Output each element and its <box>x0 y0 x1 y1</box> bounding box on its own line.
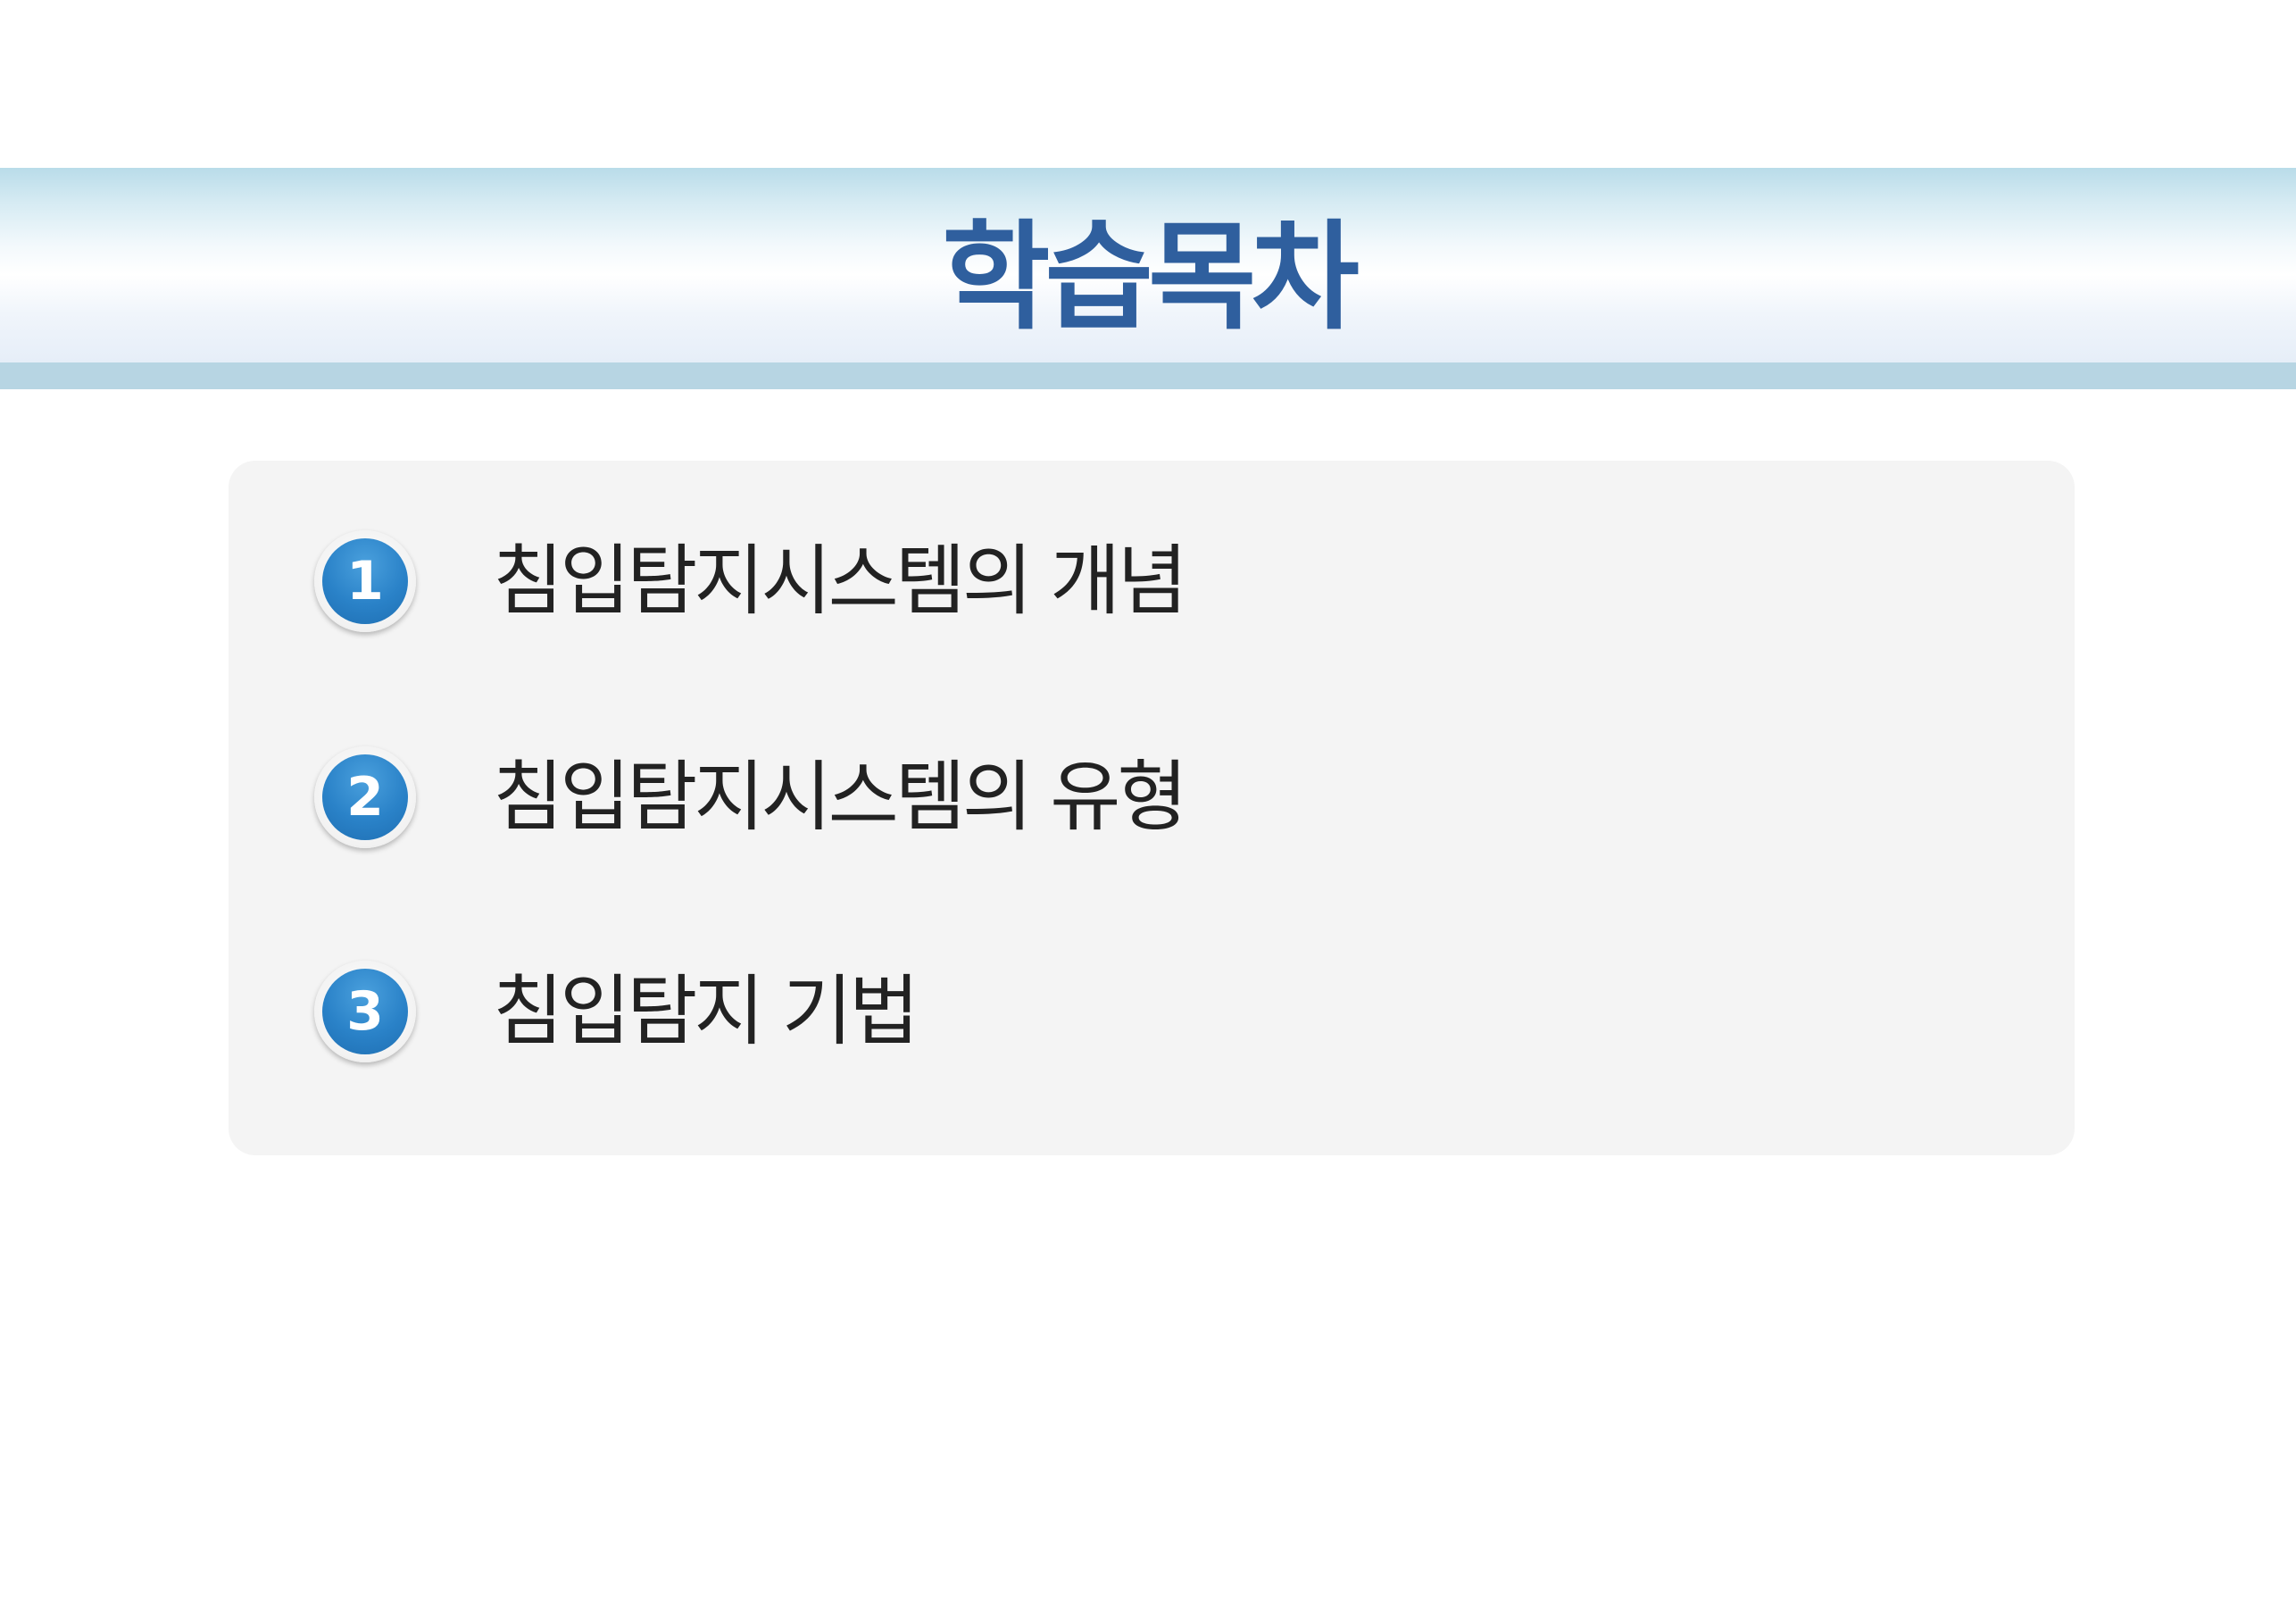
toc-item-2: 2 침입탐지시스템의 유형 <box>314 745 1921 850</box>
toc-item-label: 침입탐지시스템의 개념 <box>493 537 1188 626</box>
number-badge-label: 3 <box>322 969 408 1054</box>
number-badge: 1 <box>314 530 416 632</box>
toc-item-label: 침입탐지시스템의 유형 <box>493 753 1188 842</box>
number-badge-label: 2 <box>322 754 408 840</box>
toc-item-1: 1 침입탐지시스템의 개념 <box>314 529 1921 634</box>
page-title: 학습목차 <box>942 208 1360 346</box>
title-band-stripe <box>0 362 2296 389</box>
toc-item-label: 침입탐지 기법 <box>493 967 919 1056</box>
number-badge-label: 1 <box>322 538 408 624</box>
number-badge: 3 <box>314 961 416 1062</box>
toc-item-3: 3 침입탐지 기법 <box>314 959 1921 1064</box>
number-badge: 2 <box>314 746 416 848</box>
